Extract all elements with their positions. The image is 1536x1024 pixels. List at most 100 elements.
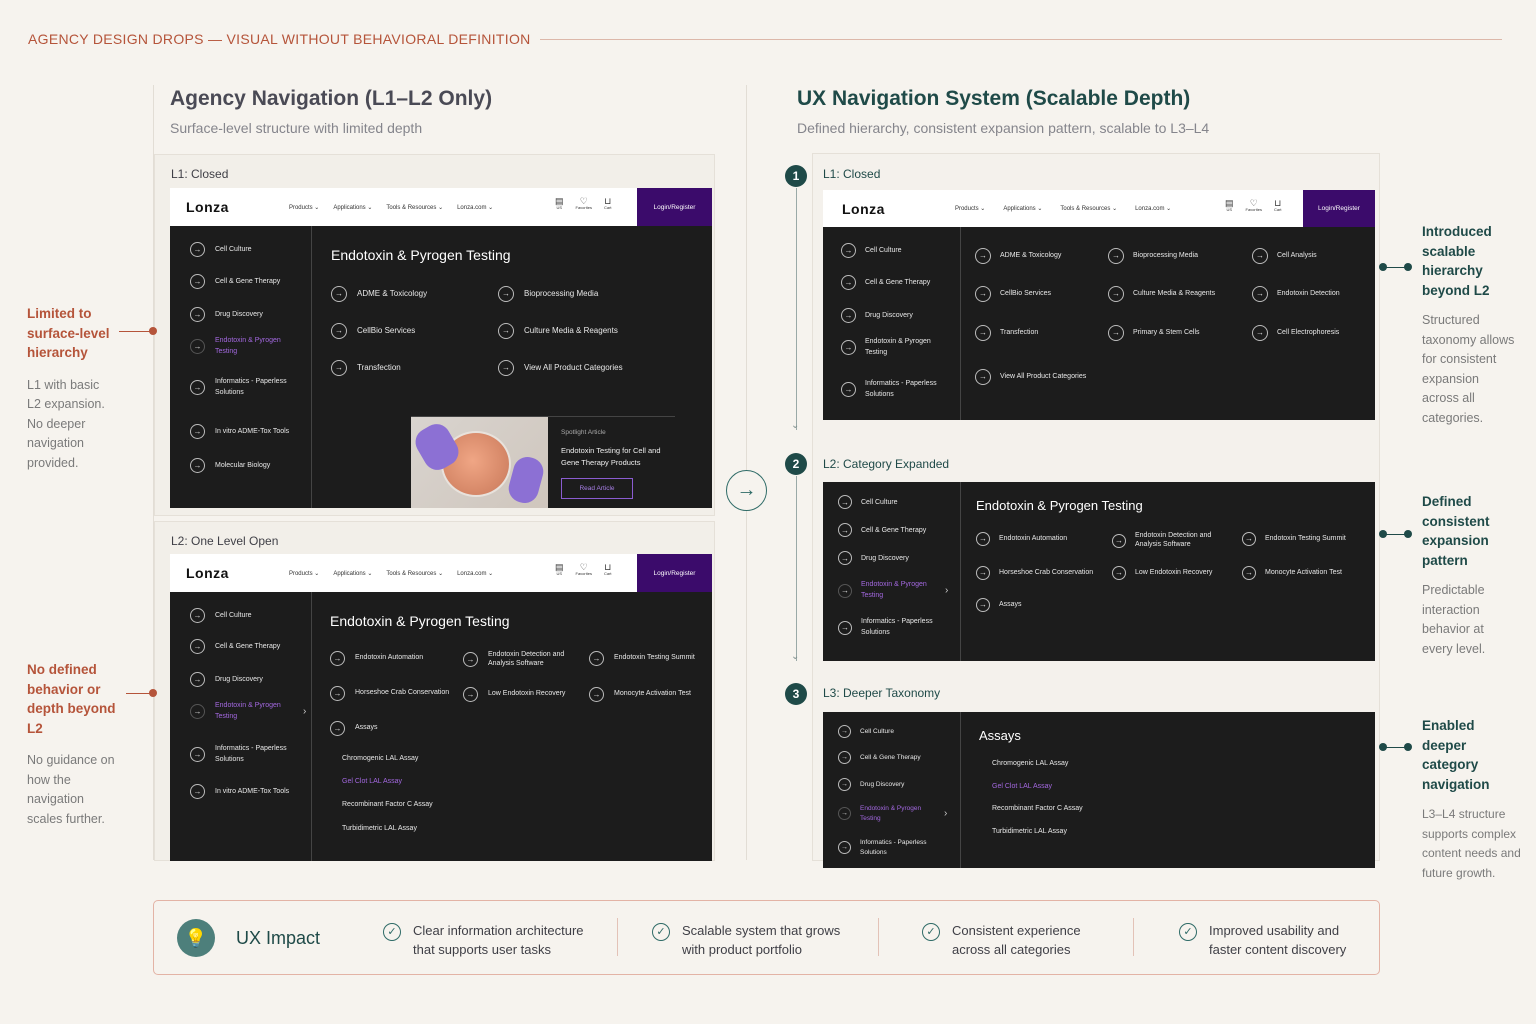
step-2-badge: 2	[785, 453, 807, 475]
sub-item-active[interactable]: Gel Clot LAL Assay	[342, 778, 402, 785]
menu-lonza[interactable]: Lonza.com ⌄	[457, 570, 493, 577]
panel-item[interactable]: → Endotoxin Detection	[1252, 286, 1340, 302]
sidebar-item[interactable]: → Informatics - Paperless Solutions	[190, 744, 300, 765]
site-logo[interactable]: Lonza	[842, 201, 885, 217]
panel-item[interactable]: → Primary & Stem Cells	[1108, 325, 1200, 341]
sidebar-item-active[interactable]: → Endotoxin & Pyrogen Testing ›	[838, 580, 958, 601]
sidebar-item[interactable]: → Informatics - Paperless Solutions	[838, 617, 948, 638]
login-button[interactable]: Login/Register	[1303, 190, 1375, 227]
spotlight-card[interactable]: Spotlight Article Endotoxin Testing for …	[410, 416, 675, 508]
sidebar-item[interactable]: → Cell & Gene Therapy	[838, 523, 926, 537]
sidebar-item[interactable]: → Informatics - Paperless Solutions	[841, 379, 951, 400]
panel-item[interactable]: → Transfection	[331, 360, 401, 376]
panel-item[interactable]: → Transfection	[975, 325, 1038, 341]
panel-item[interactable]: → Cell Electrophoresis	[1252, 325, 1339, 341]
panel-item[interactable]: → Endotoxin Automation	[330, 651, 423, 666]
panel-item[interactable]: → Culture Media & Reagents	[498, 323, 618, 339]
panel-item[interactable]: → CellBio Services	[975, 286, 1051, 302]
menu-applications[interactable]: Applications ⌄	[333, 570, 372, 577]
sub-item[interactable]: Recombinant Factor C Assay	[992, 805, 1083, 812]
panel-item[interactable]: → Low Endotoxin Recovery	[1112, 566, 1212, 580]
sidebar-item-active[interactable]: → Endotoxin & Pyrogen Testing	[190, 336, 300, 357]
sub-item[interactable]: Recombinant Factor C Assay	[342, 801, 433, 808]
panel-item[interactable]: → CellBio Services	[331, 323, 415, 339]
sidebar-item[interactable]: → Drug Discovery	[190, 672, 263, 687]
flag-icon[interactable]: ▤ US	[1225, 199, 1234, 212]
sidebar-item[interactable]: → Cell Culture	[838, 725, 894, 738]
menu-lonza[interactable]: Lonza.com ⌄	[1135, 205, 1171, 212]
panel-item[interactable]: → Endotoxin Testing Summit	[589, 651, 695, 666]
sidebar-item[interactable]: → Cell Culture	[190, 242, 252, 257]
sidebar-item[interactable]: → Cell & Gene Therapy	[190, 639, 280, 654]
menu-products[interactable]: Products ⌄	[955, 205, 985, 212]
panel-item[interactable]: → Bioprocessing Media	[1108, 248, 1198, 264]
sidebar-item[interactable]: → Cell & Gene Therapy	[190, 274, 280, 289]
sub-item[interactable]: Chromogenic LAL Assay	[992, 760, 1068, 767]
sub-item[interactable]: Turbidimetric LAL Assay	[342, 825, 417, 832]
menu-products[interactable]: Products ⌄	[289, 570, 319, 577]
menu-lonza[interactable]: Lonza.com ⌄	[457, 204, 493, 211]
sidebar-item[interactable]: → Endotoxin & Pyrogen Testing	[841, 337, 951, 358]
panel-item[interactable]: → Culture Media & Reagents	[1108, 286, 1215, 302]
panel-item[interactable]: → Monocyte Activation Test	[589, 687, 691, 702]
heart-icon[interactable]: ♡ Favorites	[1246, 199, 1262, 212]
flag-icon[interactable]: ▤ US	[555, 197, 564, 210]
sub-item[interactable]: Turbidimetric LAL Assay	[992, 828, 1067, 835]
arrow-icon: →	[1252, 248, 1268, 264]
sidebar-item-active[interactable]: → Endotoxin & Pyrogen Testing ›	[190, 701, 310, 722]
panel-item[interactable]: → Cell Analysis	[1252, 248, 1317, 264]
heart-icon[interactable]: ♡ Favorites	[576, 197, 592, 210]
panel-item-assays[interactable]: → Assays	[330, 721, 378, 736]
arrow-icon: →	[331, 286, 347, 302]
menu-applications[interactable]: Applications ⌄	[1003, 205, 1042, 212]
panel-item[interactable]: → View All Product Categories	[975, 369, 1086, 385]
panel-item[interactable]: → ADME & Toxicology	[975, 248, 1061, 264]
sidebar-item[interactable]: → Cell Culture	[190, 608, 252, 623]
sidebar-item[interactable]: → Drug Discovery	[838, 551, 909, 565]
panel-item[interactable]: → View All Product Categories	[498, 360, 623, 376]
sidebar-item[interactable]: → Cell & Gene Therapy	[838, 751, 921, 764]
read-article-button[interactable]: Read Article	[561, 478, 633, 499]
panel-item-assays[interactable]: → Assays	[976, 598, 1022, 612]
step-1-label: L1: Closed	[823, 167, 881, 181]
panel-item[interactable]: → Monocyte Activation Test	[1242, 566, 1342, 580]
menu-applications[interactable]: Applications ⌄	[333, 204, 372, 211]
menu-products[interactable]: Products ⌄	[289, 204, 319, 211]
sidebar-item[interactable]: → Cell Culture	[841, 243, 902, 258]
login-button[interactable]: Login/Register	[637, 188, 712, 226]
menu-tools[interactable]: Tools & Resources ⌄	[386, 570, 443, 577]
panel-item[interactable]: → Endotoxin Detection and Analysis Softwa…	[1112, 532, 1232, 550]
cart-icon[interactable]: ⊔ Cart	[604, 563, 612, 576]
sidebar-item[interactable]: → Informatics - Paperless Solutions	[838, 838, 948, 858]
sidebar-item[interactable]: → Cell Culture	[838, 495, 898, 509]
panel-item[interactable]: → Bioprocessing Media	[498, 286, 598, 302]
sidebar-item[interactable]: → In vitro ADME-Tox Tools	[190, 424, 289, 439]
menu-tools[interactable]: Tools & Resources ⌄	[386, 204, 443, 211]
sub-item-active[interactable]: Gel Clot LAL Assay	[992, 783, 1052, 790]
heart-icon[interactable]: ♡ Favorites	[576, 563, 592, 576]
panel-item[interactable]: → Endotoxin Automation	[976, 532, 1067, 546]
sidebar-item[interactable]: → Drug Discovery	[841, 308, 913, 323]
cart-icon[interactable]: ⊔ Cart	[1274, 199, 1282, 212]
panel-item[interactable]: → Horseshoe Crab Conservation	[976, 566, 1093, 580]
sidebar-item-active[interactable]: → Endotoxin & Pyrogen Testing ›	[838, 804, 958, 824]
sidebar-item[interactable]: → Molecular Biology	[190, 458, 270, 473]
panel-item[interactable]: → Endotoxin Detection and Analysis Softwa…	[463, 651, 578, 669]
site-logo[interactable]: Lonza	[186, 565, 229, 581]
panel-item[interactable]: → ADME & Toxicology	[331, 286, 427, 302]
panel-item[interactable]: → Endotoxin Testing Summit	[1242, 532, 1346, 546]
sidebar-item[interactable]: → Informatics - Paperless Solutions	[190, 377, 300, 398]
sidebar-item[interactable]: → In vitro ADME-Tox Tools	[190, 784, 289, 799]
cart-icon[interactable]: ⊔ Cart	[604, 197, 612, 210]
right-callout-1: Introduced scalable hierarchy beyond L2 …	[1422, 222, 1522, 428]
sidebar-item[interactable]: → Cell & Gene Therapy	[841, 275, 930, 290]
login-button[interactable]: Login/Register	[637, 554, 712, 592]
sidebar-item[interactable]: → Drug Discovery	[838, 778, 904, 791]
site-logo[interactable]: Lonza	[186, 199, 229, 215]
panel-item[interactable]: → Low Endotoxin Recovery	[463, 687, 565, 702]
panel-item[interactable]: → Horseshoe Crab Conservation	[330, 686, 449, 701]
flag-icon[interactable]: ▤ US	[555, 563, 564, 576]
sub-item[interactable]: Chromogenic LAL Assay	[342, 755, 418, 762]
sidebar-item[interactable]: → Drug Discovery	[190, 307, 263, 322]
menu-tools[interactable]: Tools & Resources ⌄	[1060, 205, 1117, 212]
